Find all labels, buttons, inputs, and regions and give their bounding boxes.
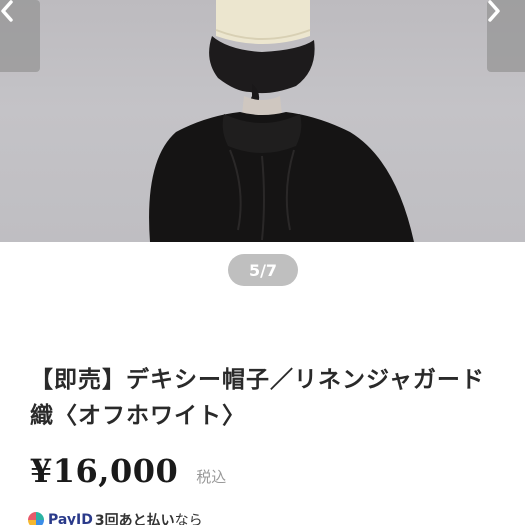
gallery-counter: 5/7 <box>228 254 298 286</box>
gallery-prev-button[interactable] <box>0 0 40 72</box>
hat-shape <box>216 0 310 44</box>
chevron-right-icon <box>488 0 500 22</box>
chevron-left-icon <box>1 0 13 22</box>
payid-logo-icon <box>28 512 44 525</box>
product-price: ¥16,000 <box>30 452 179 490</box>
tax-note: 税込 <box>196 468 227 486</box>
product-title: 【即売】デキシー帽子／リネンジャガード織〈オフホワイト〉 <box>30 366 485 429</box>
payid-suffix: なら <box>174 513 203 525</box>
product-photo-image <box>149 0 415 242</box>
price-row: ¥16,000 税込 <box>30 452 226 490</box>
payid-brand: PayID <box>48 512 93 525</box>
payid-banner[interactable]: PayID 3回あと払い なら <box>28 510 203 525</box>
gallery-next-button[interactable] <box>487 0 525 72</box>
hair-shape <box>209 36 315 94</box>
payid-installment: 3回あと払い <box>94 513 175 525</box>
product-photo[interactable] <box>0 0 525 242</box>
